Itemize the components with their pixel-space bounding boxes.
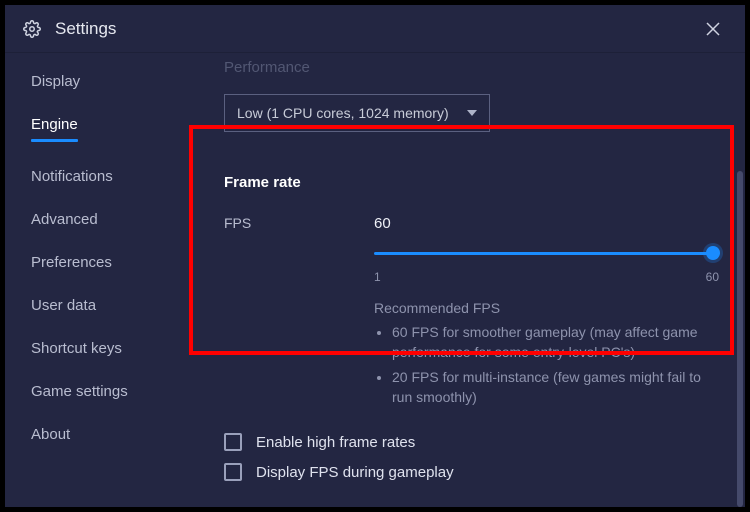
settings-window: Settings Display Engine Notifications Ad… [5, 5, 745, 507]
fps-row: FPS 60 1 60 Recommended FPS [224, 215, 719, 411]
checkbox-label: Display FPS during gameplay [256, 464, 454, 481]
close-button[interactable] [699, 15, 727, 43]
enable-high-frame-rates-row: Enable high frame rates [224, 433, 719, 451]
window-body: Display Engine Notifications Advanced Pr… [5, 53, 745, 507]
sidebar-item-label: Shortcut keys [31, 340, 122, 357]
titlebar: Settings [5, 5, 745, 53]
display-fps-row: Display FPS during gameplay [224, 463, 719, 481]
sidebar-item-user-data[interactable]: User data [31, 297, 96, 314]
main-panel: Performance Low (1 CPU cores, 1024 memor… [200, 53, 745, 507]
fps-value: 60 [374, 215, 719, 232]
recommended-item: 20 FPS for multi-instance (few games mig… [392, 367, 719, 408]
performance-dropdown[interactable]: Low (1 CPU cores, 1024 memory) [224, 94, 490, 132]
sidebar-item-label: Preferences [31, 254, 112, 271]
dropdown-value: Low (1 CPU cores, 1024 memory) [237, 105, 449, 121]
sidebar-item-label: Engine [31, 116, 78, 133]
sidebar-item-about[interactable]: About [31, 426, 70, 443]
sidebar-item-label: Display [31, 73, 80, 90]
slider-thumb[interactable] [706, 246, 720, 260]
sidebar-item-label: Notifications [31, 168, 113, 185]
sidebar-item-display[interactable]: Display [31, 73, 80, 90]
performance-label: Performance [224, 59, 719, 76]
fps-label: FPS [224, 215, 374, 411]
sidebar-item-advanced[interactable]: Advanced [31, 211, 98, 228]
sidebar-item-preferences[interactable]: Preferences [31, 254, 112, 271]
slider-max: 60 [706, 270, 719, 284]
sidebar-item-shortcut-keys[interactable]: Shortcut keys [31, 340, 122, 357]
sidebar: Display Engine Notifications Advanced Pr… [5, 53, 200, 507]
gear-icon [23, 20, 41, 38]
slider-min: 1 [374, 270, 381, 284]
section-title: Frame rate [224, 174, 719, 191]
fps-slider[interactable] [374, 244, 719, 264]
recommended-item: 60 FPS for smoother gameplay (may affect… [392, 322, 719, 363]
sidebar-item-notifications[interactable]: Notifications [31, 168, 113, 185]
scrollbar[interactable] [737, 171, 743, 507]
window-title: Settings [55, 19, 699, 39]
sidebar-item-label: Advanced [31, 211, 98, 228]
sidebar-item-label: Game settings [31, 383, 128, 400]
sidebar-item-label: User data [31, 297, 96, 314]
recommended-title: Recommended FPS [374, 300, 719, 316]
sidebar-item-engine[interactable]: Engine [31, 116, 78, 142]
enable-high-frame-rates-checkbox[interactable] [224, 433, 242, 451]
chevron-down-icon [467, 110, 477, 116]
sidebar-item-game-settings[interactable]: Game settings [31, 383, 128, 400]
slider-range-labels: 1 60 [374, 270, 719, 284]
checkbox-label: Enable high frame rates [256, 434, 415, 451]
recommended-list: 60 FPS for smoother gameplay (may affect… [374, 322, 719, 407]
sidebar-item-label: About [31, 426, 70, 443]
slider-track [374, 252, 719, 255]
frame-rate-section: Frame rate FPS 60 1 60 Recommended [224, 174, 719, 411]
display-fps-checkbox[interactable] [224, 463, 242, 481]
